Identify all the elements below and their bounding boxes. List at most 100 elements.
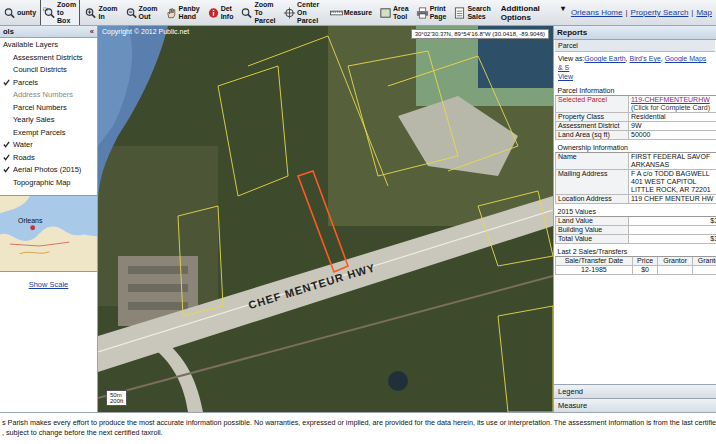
layer-item[interactable]: Yearly Sales [0,114,97,127]
overview-map[interactable]: Orleans [0,195,97,272]
tool-label: Measure [344,9,372,17]
column-header: Grante [693,257,716,266]
column-header: Grantor [658,257,693,266]
overview-map-icon [0,196,97,271]
coordinates: 30°02'30.37N, 89°54'16.8"W (30.0418, -89… [411,29,549,39]
tick-icon [3,166,10,173]
tool-button[interactable]: Det Info [204,3,237,23]
layer-item[interactable]: Aerial Photos (2015) [0,164,97,177]
table-row: Mailing AddressF A c/o TODD BAGWELL 401 … [556,170,716,195]
layer-item[interactable]: Topographic Map [0,176,97,189]
aerial-map: CHEF MENTEUR HWY [98,26,553,412]
layer-item[interactable]: Assessment Districts [0,51,97,64]
check-icon [3,129,10,136]
row-note: (Click for Complete Card) [631,104,716,112]
table-cell [658,266,693,275]
tool-button[interactable]: Zoom In [81,3,120,23]
in-icon [84,7,97,19]
link-separator: | [691,8,693,17]
tool-label: Zoom Out [139,5,158,21]
tick-icon [3,141,10,148]
panel-tab[interactable]: Measure [554,398,716,412]
view-link[interactable]: Bird's Eye [629,55,660,62]
table-cell: 12-1985 [556,266,633,275]
view-as: View as:Google Earth, Bird's Eye, Google… [555,52,715,83]
bottom-tabs: LegendMeasure [554,384,716,412]
ownership-table: Ownership InformationNameFIRST FEDERAL S… [555,143,716,204]
check-icon [3,141,10,148]
tool-button[interactable]: Measure [327,5,375,21]
tool-button[interactable]: Zoom Out [122,3,161,23]
row-value[interactable]: 119-CHEFMENTEURHW(Click for Complete Car… [629,96,716,113]
column-header: Price [632,257,657,266]
map-canvas[interactable]: CHEF MENTEUR HWYCopyright © 2012 Public.… [98,26,553,412]
table-row: Building Value [556,226,716,235]
table-row: Total Value$39 [556,235,716,244]
reports-header: Reports [554,26,716,40]
table-row: Selected Parcel119-CHEFMENTEURHW(Click f… [556,96,716,113]
parcel-info-table: Parcel InformationSelected Parcel119-CHE… [555,86,716,140]
tool-label: ounty [17,9,36,17]
row-label: Land Area (sq ft) [556,131,629,140]
tick-icon [3,79,10,86]
view-link[interactable]: View [558,73,573,80]
values-table: 2015 ValuesLand Value$39Building ValueTo… [555,207,716,244]
layer-item[interactable]: Parcel Numbers [0,101,97,114]
view-link[interactable]: Google Earth [584,55,625,62]
layer-item[interactable]: Exempt Parcels [0,126,97,139]
tool-button[interactable]: Panby Hand [162,3,203,23]
row-label: Location Address [556,195,629,204]
section-title: Parcel [555,40,715,52]
nav-link[interactable]: Map [696,8,712,17]
tool-button[interactable]: ounty [0,5,39,21]
disclaimer-line: , subject to change before the next cert… [2,428,714,438]
layer-label: Parcels [13,78,38,87]
dropdown-icon: ▾ [561,4,565,22]
panel-tab[interactable]: Legend [554,384,716,398]
measure-icon [330,7,343,19]
comma: , [661,55,665,62]
nav-link[interactable]: Orleans Home [571,8,623,17]
toolbar: ounty Zoom to BoxZoom In Zoom OutPanby Han… [0,0,716,26]
row-label: Selected Parcel [556,96,629,113]
layer-item[interactable]: Roads [0,151,97,164]
additional-options[interactable]: Additional Options▾ [495,4,571,22]
overview-label: Orleans [18,217,43,224]
options-label: Additional Options [501,4,559,22]
tool-button[interactable]: Search Sales [450,3,493,23]
nav-link[interactable]: Property Search [631,8,689,17]
tool-label: Zoom To Parcel [254,1,276,25]
row-label: Name [556,153,629,170]
tool-button[interactable]: Zoom to Box [40,0,80,26]
check-icon [3,66,10,73]
layer-item[interactable]: Council Districts [0,64,97,77]
tool-button[interactable]: Center On Parcel [280,0,326,26]
table-title: Parcel Information [556,86,716,96]
tool-button[interactable]: Print Page [413,3,450,23]
table-title: Last 2 Sales/Transfers [556,247,716,257]
reports-panel: ReportsParcelView as:Google Earth, Bird'… [553,26,716,412]
row-label: Land Value [556,217,629,226]
layer-item[interactable]: Address Numbers [0,89,97,102]
tick-icon [3,154,10,161]
layer-item[interactable]: Parcels [0,76,97,89]
show-scale-link[interactable]: Show Scale [0,272,97,289]
tool-button[interactable]: Area Tool [376,3,412,23]
view-as-label: View as: [558,55,584,62]
tool-label: Print Page [430,5,447,21]
layer-group[interactable]: Available Layers [0,38,97,51]
pan-icon [165,7,178,19]
layer-item[interactable]: Water [0,139,97,152]
comma: , [626,55,630,62]
scale-imperial: 200ft [110,398,123,404]
tool-label: Zoom to Box [57,1,77,25]
layer-label: Topographic Map [13,178,71,187]
table-title: 2015 Values [556,207,716,217]
tool-button[interactable]: Zoom To Parcel [237,0,279,26]
table-row: NameFIRST FEDERAL SAVOF ARKANSAS [556,153,716,170]
collapse-button[interactable]: « [90,27,94,36]
table-row: Location Address119 CHEF MENTEUR HW [556,195,716,204]
sales-icon [453,7,466,19]
link-separator: | [625,8,627,17]
out-icon [125,7,138,19]
